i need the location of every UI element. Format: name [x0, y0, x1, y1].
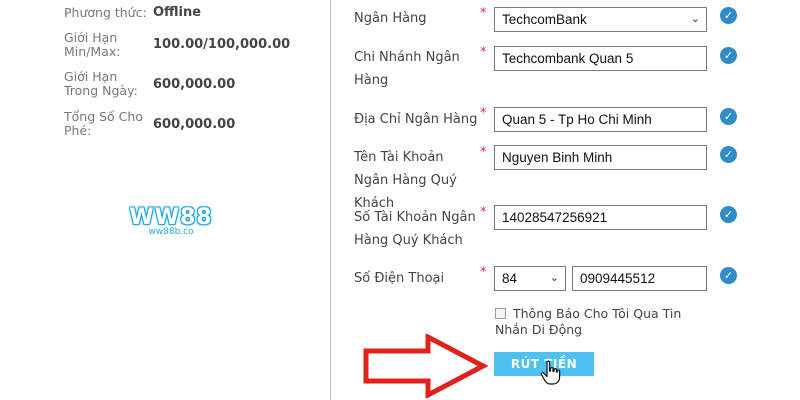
phone-number-input[interactable]: 0909445512 — [572, 266, 707, 291]
hand-cursor-icon — [540, 360, 561, 385]
check-circle-icon: ✓ — [720, 7, 737, 24]
required-mark: * — [480, 106, 487, 121]
method-value: Offline — [153, 5, 202, 20]
bank-select-value: TechcomBank — [502, 12, 587, 27]
arrow-right-icon — [363, 334, 488, 398]
required-mark: * — [480, 45, 487, 60]
address-label: Địa Chỉ Ngân Hàng — [354, 112, 478, 127]
sms-notify-label: Thông Báo Cho Tôi Qua Tin Nhắn Di Động — [495, 306, 682, 337]
account-number-label: Số Tài Khoản Ngân Hàng Quý Khách — [354, 210, 476, 248]
required-mark: * — [480, 145, 487, 160]
phone-code-select[interactable]: 84 ⌄ — [494, 266, 566, 291]
chevron-down-icon: ⌄ — [549, 272, 559, 284]
account-holder-input[interactable]: Nguyen Binh Minh — [494, 145, 707, 170]
address-input[interactable]: Quan 5 - Tp Ho Chi Minh — [494, 107, 707, 132]
total-allowed-label: Tổng Số Cho Phé: — [64, 109, 143, 138]
panel-divider — [330, 0, 331, 400]
required-mark: * — [480, 6, 487, 21]
method-label: Phương thức: — [64, 5, 147, 20]
branch-input[interactable]: Techcombank Quan 5 — [494, 46, 707, 71]
account-number-input[interactable]: 14028547256921 — [494, 205, 707, 230]
phone-code-value: 84 — [502, 271, 518, 286]
bank-select[interactable]: TechcomBank ⌄ — [494, 7, 707, 32]
ww88-logo: WW88 ww88b.co — [127, 205, 215, 237]
bank-label: Ngân Hàng — [354, 11, 427, 26]
branch-label: Chi Nhánh Ngân Hàng — [354, 50, 460, 88]
total-allowed-value: 600,000.00 — [153, 117, 236, 132]
minmax-value: 100.00/100,000.00 — [153, 37, 291, 52]
required-mark: * — [480, 205, 487, 220]
account-holder-label: Tên Tài Khoản Ngân Hàng Quý Khách — [354, 150, 457, 211]
daily-limit-value: 600,000.00 — [153, 77, 236, 92]
minmax-label: Giới Hạn Min/Max: — [64, 30, 121, 59]
check-circle-icon: ✓ — [720, 206, 737, 223]
check-circle-icon: ✓ — [720, 47, 737, 64]
check-circle-icon: ✓ — [720, 146, 737, 163]
daily-limit-label: Giới Hạn Trong Ngày: — [64, 69, 138, 98]
check-circle-icon: ✓ — [720, 267, 737, 284]
limits-summary: Phương thức: Offline Giới Hạn Min/Max: 1… — [0, 0, 330, 400]
chevron-down-icon: ⌄ — [690, 13, 700, 25]
check-circle-icon: ✓ — [720, 108, 737, 125]
phone-label: Số Điện Thoại — [354, 271, 445, 286]
required-mark: * — [480, 265, 487, 280]
